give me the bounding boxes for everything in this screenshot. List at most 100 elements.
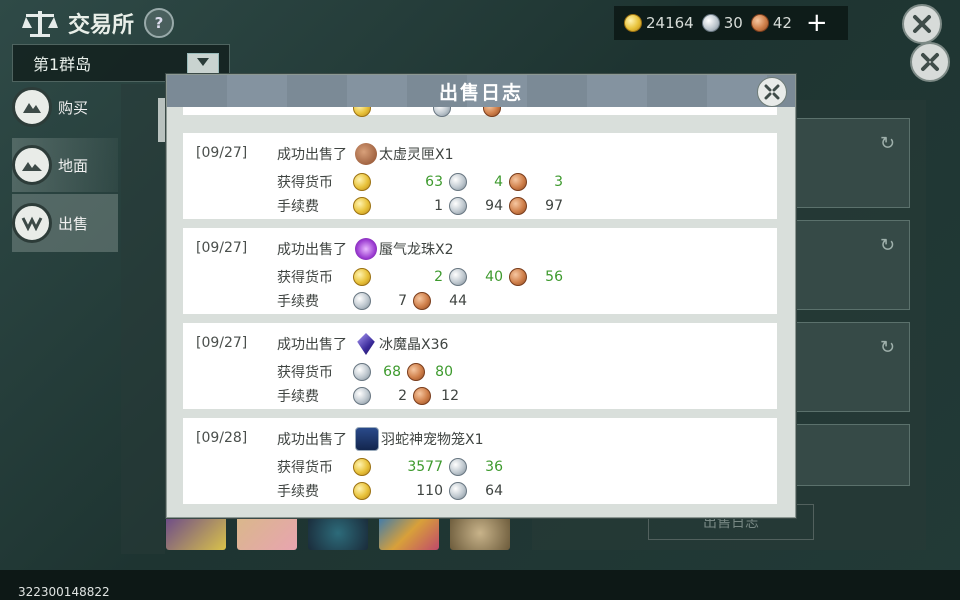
sell-icon — [12, 203, 52, 243]
sidebar-item-label: 出售 — [58, 214, 89, 233]
ground-icon — [12, 145, 52, 185]
sidebar-item-label: 地面 — [58, 156, 89, 175]
earned-gold: 63 — [425, 174, 443, 190]
close-icon — [913, 15, 931, 33]
listing-slot[interactable]: ↻ — [780, 118, 910, 208]
refresh-icon[interactable]: ↻ — [880, 337, 895, 358]
silver-coin-icon — [701, 14, 720, 32]
item-name: 蜃气龙珠X2 — [379, 242, 454, 258]
collapse-button[interactable] — [910, 42, 950, 82]
scrollbar[interactable] — [158, 98, 166, 142]
player-id: 322300148822 — [18, 585, 110, 599]
silver-coin-icon — [449, 173, 467, 191]
copper-amount: 42 — [772, 14, 792, 32]
refresh-icon[interactable]: ↻ — [880, 133, 895, 154]
fee-silver: 94 — [485, 198, 503, 214]
dialog-header: 出售日志 — [167, 75, 795, 107]
sidebar-item-label: 购买 — [58, 98, 89, 117]
copper-coin-icon — [509, 197, 527, 215]
dialog-title: 出售日志 — [438, 81, 523, 104]
entry-date: [09/27] — [196, 145, 248, 161]
add-currency-button[interactable]: + — [806, 10, 828, 36]
list-item: [09/28] 成功出售了 羽蛇神宠物笼X1 获得货币 3577 36 手续费 … — [183, 418, 777, 504]
help-button[interactable]: ? — [144, 8, 175, 38]
earned-label: 获得货币 — [277, 175, 333, 191]
gold-amount: 24164 — [646, 14, 694, 32]
earned-row: 获得货币 3577 36 — [277, 456, 509, 478]
earned-silver: 40 — [485, 269, 503, 285]
earned-label: 获得货币 — [277, 270, 333, 286]
silver-amount: 30 — [723, 14, 743, 32]
item-icon — [355, 427, 379, 451]
fee-label: 手续费 — [277, 389, 319, 405]
island-selector-value: 第1群岛 — [33, 55, 92, 74]
earned-silver: 68 — [383, 364, 401, 380]
currency-bar: 24164 30 42 + — [614, 6, 848, 40]
sidebar-item-sell[interactable]: 出售 — [12, 194, 118, 252]
fee-label: 手续费 — [277, 199, 319, 215]
sale-action: 成功出售了 — [277, 147, 347, 163]
sidebar-item-buy[interactable]: 购买 — [12, 80, 118, 134]
earned-gold: 2 — [434, 269, 443, 285]
entry-date: [09/28] — [196, 430, 248, 446]
coin-row — [277, 107, 501, 119]
fee-copper: 44 — [449, 293, 467, 309]
close-button[interactable] — [902, 4, 942, 44]
refresh-icon[interactable]: ↻ — [880, 235, 895, 256]
item-thumbnail[interactable] — [237, 516, 297, 550]
silver-coin-icon — [433, 107, 451, 117]
gold-coin-icon — [353, 173, 371, 191]
fee-row: 手续费 110 64 — [277, 480, 509, 502]
earned-silver: 36 — [485, 459, 503, 475]
sale-action: 成功出售了 — [277, 432, 347, 448]
earned-copper: 3 — [554, 174, 563, 190]
copper-coin-icon — [483, 107, 501, 117]
copper-coin-icon — [509, 268, 527, 286]
fee-copper: 12 — [441, 388, 459, 404]
copper-coin-icon — [407, 363, 425, 381]
fee-row: 手续费 7 44 — [277, 290, 473, 312]
buy-icon — [12, 87, 52, 127]
item-icon — [355, 143, 377, 165]
list-item: [09/27] 成功出售了 蜃气龙珠X2 获得货币 2 40 56 手续费 7 — [183, 228, 777, 314]
fee-label: 手续费 — [277, 484, 319, 500]
earned-copper: 56 — [545, 269, 563, 285]
item-thumbnail[interactable] — [308, 516, 368, 550]
sidebar-item-ground[interactable]: 地面 — [12, 138, 118, 192]
fee-silver: 64 — [485, 483, 503, 499]
item-thumbnail[interactable] — [450, 516, 510, 550]
listing-slot[interactable] — [780, 424, 910, 486]
earned-copper: 80 — [435, 364, 453, 380]
sale-row: 成功出售了 蜃气龙珠X2 — [277, 238, 454, 260]
item-name: 冰魔晶X36 — [379, 337, 449, 353]
item-thumbnail[interactable] — [166, 516, 226, 550]
gold-coin-icon — [353, 482, 371, 500]
fee-gold: 110 — [416, 483, 443, 499]
earned-row: 获得货币 2 40 56 — [277, 266, 569, 288]
silver-coin-icon — [449, 268, 467, 286]
page-title: 交易所 — [68, 13, 135, 38]
dialog-close-button[interactable] — [757, 77, 787, 107]
listing-slot[interactable]: ↻ — [780, 220, 910, 310]
listing-slot[interactable]: ↻ — [780, 322, 910, 412]
item-icon — [355, 238, 377, 260]
sell-log-list[interactable]: [09/27] 成功出售了 太虚灵匣X1 获得货币 63 4 3 手续费 1 9… — [183, 107, 777, 507]
chevron-down-icon[interactable] — [187, 53, 219, 75]
fee-gold: 1 — [434, 198, 443, 214]
inventory-thumbnails — [166, 516, 510, 550]
entry-date: [09/27] — [196, 240, 248, 256]
sell-log-dialog: 出售日志 [09/27] 成功出售了 太虚灵匣X1 获得货币 63 4 3 手续… — [166, 74, 796, 518]
earned-label: 获得货币 — [277, 365, 333, 381]
sale-row: 成功出售了 冰魔晶X36 — [277, 333, 448, 355]
sale-action: 成功出售了 — [277, 242, 347, 258]
list-item — [183, 107, 777, 117]
fee-label: 手续费 — [277, 294, 319, 310]
item-thumbnail[interactable] — [379, 516, 439, 550]
gold-coin-icon — [353, 268, 371, 286]
sale-row: 成功出售了 太虚灵匣X1 — [277, 143, 454, 165]
silver-coin-icon — [353, 387, 371, 405]
earned-gold: 3577 — [407, 459, 443, 475]
copper-coin-icon — [413, 387, 431, 405]
item-name: 太虚灵匣X1 — [379, 147, 454, 163]
footer-bar — [0, 570, 960, 600]
